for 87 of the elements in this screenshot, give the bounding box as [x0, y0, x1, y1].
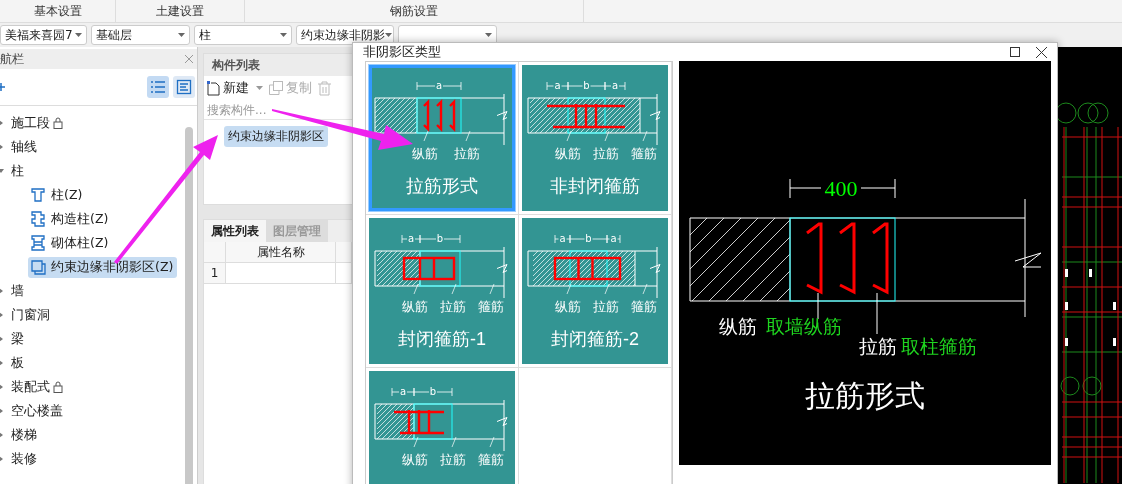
dimension-label: a	[407, 233, 415, 244]
rebar-label: 拉筋	[593, 146, 619, 161]
dimension-label: b	[585, 233, 592, 244]
close-icon[interactable]	[1036, 46, 1047, 58]
tree-item[interactable]: 装配式	[11, 378, 50, 396]
option-title: 封闭箍筋-1	[398, 329, 486, 349]
option-title: 封闭箍筋-2	[551, 329, 639, 349]
preview-title: 拉筋形式	[805, 378, 925, 413]
tree-item[interactable]: 装修	[11, 450, 37, 468]
tree-item[interactable]: 墙	[11, 282, 24, 300]
detail-view-button[interactable]	[173, 76, 195, 98]
tree-item[interactable]: 楼梯	[11, 426, 37, 444]
settings-tab[interactable]: 基本设置	[0, 0, 116, 22]
tree-item[interactable]: 施工段	[11, 114, 50, 132]
dimension-label: a	[610, 233, 617, 244]
dropdown[interactable]: 柱	[194, 25, 292, 45]
tree-item[interactable]: 柱	[11, 162, 24, 180]
rebar-type-option[interactable]: a b 纵筋 拉筋 箍筋 封闭箍筋-1	[369, 218, 515, 364]
tree-item[interactable]: 砌体柱(Z)	[28, 232, 113, 254]
new-button[interactable]: 新建	[207, 79, 263, 97]
rebar-label: 纵筋	[412, 146, 438, 161]
dimension-label: a	[435, 80, 443, 91]
dialog-title: 非阴影区类型	[363, 43, 441, 61]
rebar-type-option[interactable]: a b a 纵筋 拉筋 箍筋 封闭箍筋-2	[522, 218, 668, 364]
caret-icon	[178, 33, 185, 37]
dimension-label: b	[583, 80, 590, 91]
details-icon	[176, 79, 192, 95]
rebar-label: 纵筋	[555, 146, 581, 161]
rebar-label: 纵筋	[402, 299, 428, 314]
tree-item[interactable]: 门窗洞	[11, 306, 50, 324]
caret-icon	[485, 33, 492, 37]
rebar-label: 纵筋	[555, 299, 581, 314]
dimension-label: a	[611, 80, 619, 91]
list-icon	[150, 79, 166, 95]
plus-icon[interactable]	[0, 82, 5, 92]
tree-item[interactable]: 轴线	[11, 138, 37, 156]
rebar-label: 箍筋	[631, 146, 657, 161]
panel-tab[interactable]: 属性列表	[204, 220, 266, 242]
rebar-label: 拉筋	[440, 299, 466, 314]
dimension-label: a	[559, 233, 566, 244]
caret-icon	[280, 33, 287, 37]
rebar-label: 箍筋	[478, 299, 504, 314]
dropdown[interactable]: 基础层	[91, 25, 190, 45]
delete-icon	[318, 80, 331, 96]
maximize-icon[interactable]	[1010, 47, 1020, 57]
dropdown[interactable]: 美福来喜园7	[0, 25, 87, 45]
settings-tab[interactable]: 钢筋设置	[245, 0, 584, 22]
rebar-label: 纵筋	[402, 452, 428, 467]
rebar-label: 拉筋	[454, 146, 480, 161]
row-number: 1	[204, 263, 226, 284]
tree-item[interactable]: 约束边缘非阴影区(Z)	[28, 256, 178, 278]
panel-title: 航栏	[0, 50, 24, 68]
dropdown[interactable]: 约束边缘非阴影	[296, 25, 394, 45]
caret-icon	[256, 86, 263, 90]
option-title: 拉筋形式	[406, 176, 478, 196]
caret-icon	[385, 33, 392, 37]
dimension-label: a	[399, 386, 407, 397]
tree-item[interactable]: 空心楼盖	[11, 402, 63, 420]
rebar-label: 拉筋	[859, 335, 897, 357]
settings-tab[interactable]: 土建设置	[116, 0, 245, 22]
file-icon	[207, 80, 220, 96]
tree-item[interactable]: 梁	[11, 330, 24, 348]
scrollbar[interactable]	[185, 127, 193, 484]
dimension-label: 400	[824, 176, 858, 201]
rebar-label: 拉筋	[593, 299, 619, 314]
dimension-label: b	[429, 386, 437, 397]
rebar-type-option[interactable]: a 纵筋 拉筋 拉筋形式	[369, 65, 515, 211]
rebar-note: 取墙纵筋	[766, 315, 842, 337]
dimension-label: a	[554, 80, 561, 91]
dimension-label: b	[436, 233, 444, 244]
option-title: 非封闭箍筋	[550, 176, 640, 196]
caret-icon	[75, 33, 82, 37]
copy-icon	[269, 81, 283, 95]
tree-item[interactable]: 柱(Z)	[28, 184, 87, 206]
column-header: 属性名称	[226, 242, 336, 263]
panel-title: 构件列表	[204, 54, 352, 76]
rebar-label: 箍筋	[478, 452, 504, 467]
rebar-label: 箍筋	[631, 299, 657, 314]
rebar-label: 纵筋	[719, 315, 757, 337]
list-view-button[interactable]	[147, 76, 169, 98]
component-item[interactable]: 约束边缘非阴影区	[224, 126, 328, 147]
tree-item[interactable]: 构造柱(Z)	[28, 208, 113, 230]
rebar-note: 取柱箍筋	[901, 335, 977, 357]
rebar-type-option[interactable]: a b 纵筋 拉筋 箍筋	[369, 371, 515, 484]
tree-item[interactable]: 板	[11, 354, 24, 372]
rebar-type-option[interactable]: a b a 纵筋 拉筋 箍筋 非封闭箍筋	[522, 65, 668, 211]
rebar-label: 拉筋	[440, 452, 466, 467]
